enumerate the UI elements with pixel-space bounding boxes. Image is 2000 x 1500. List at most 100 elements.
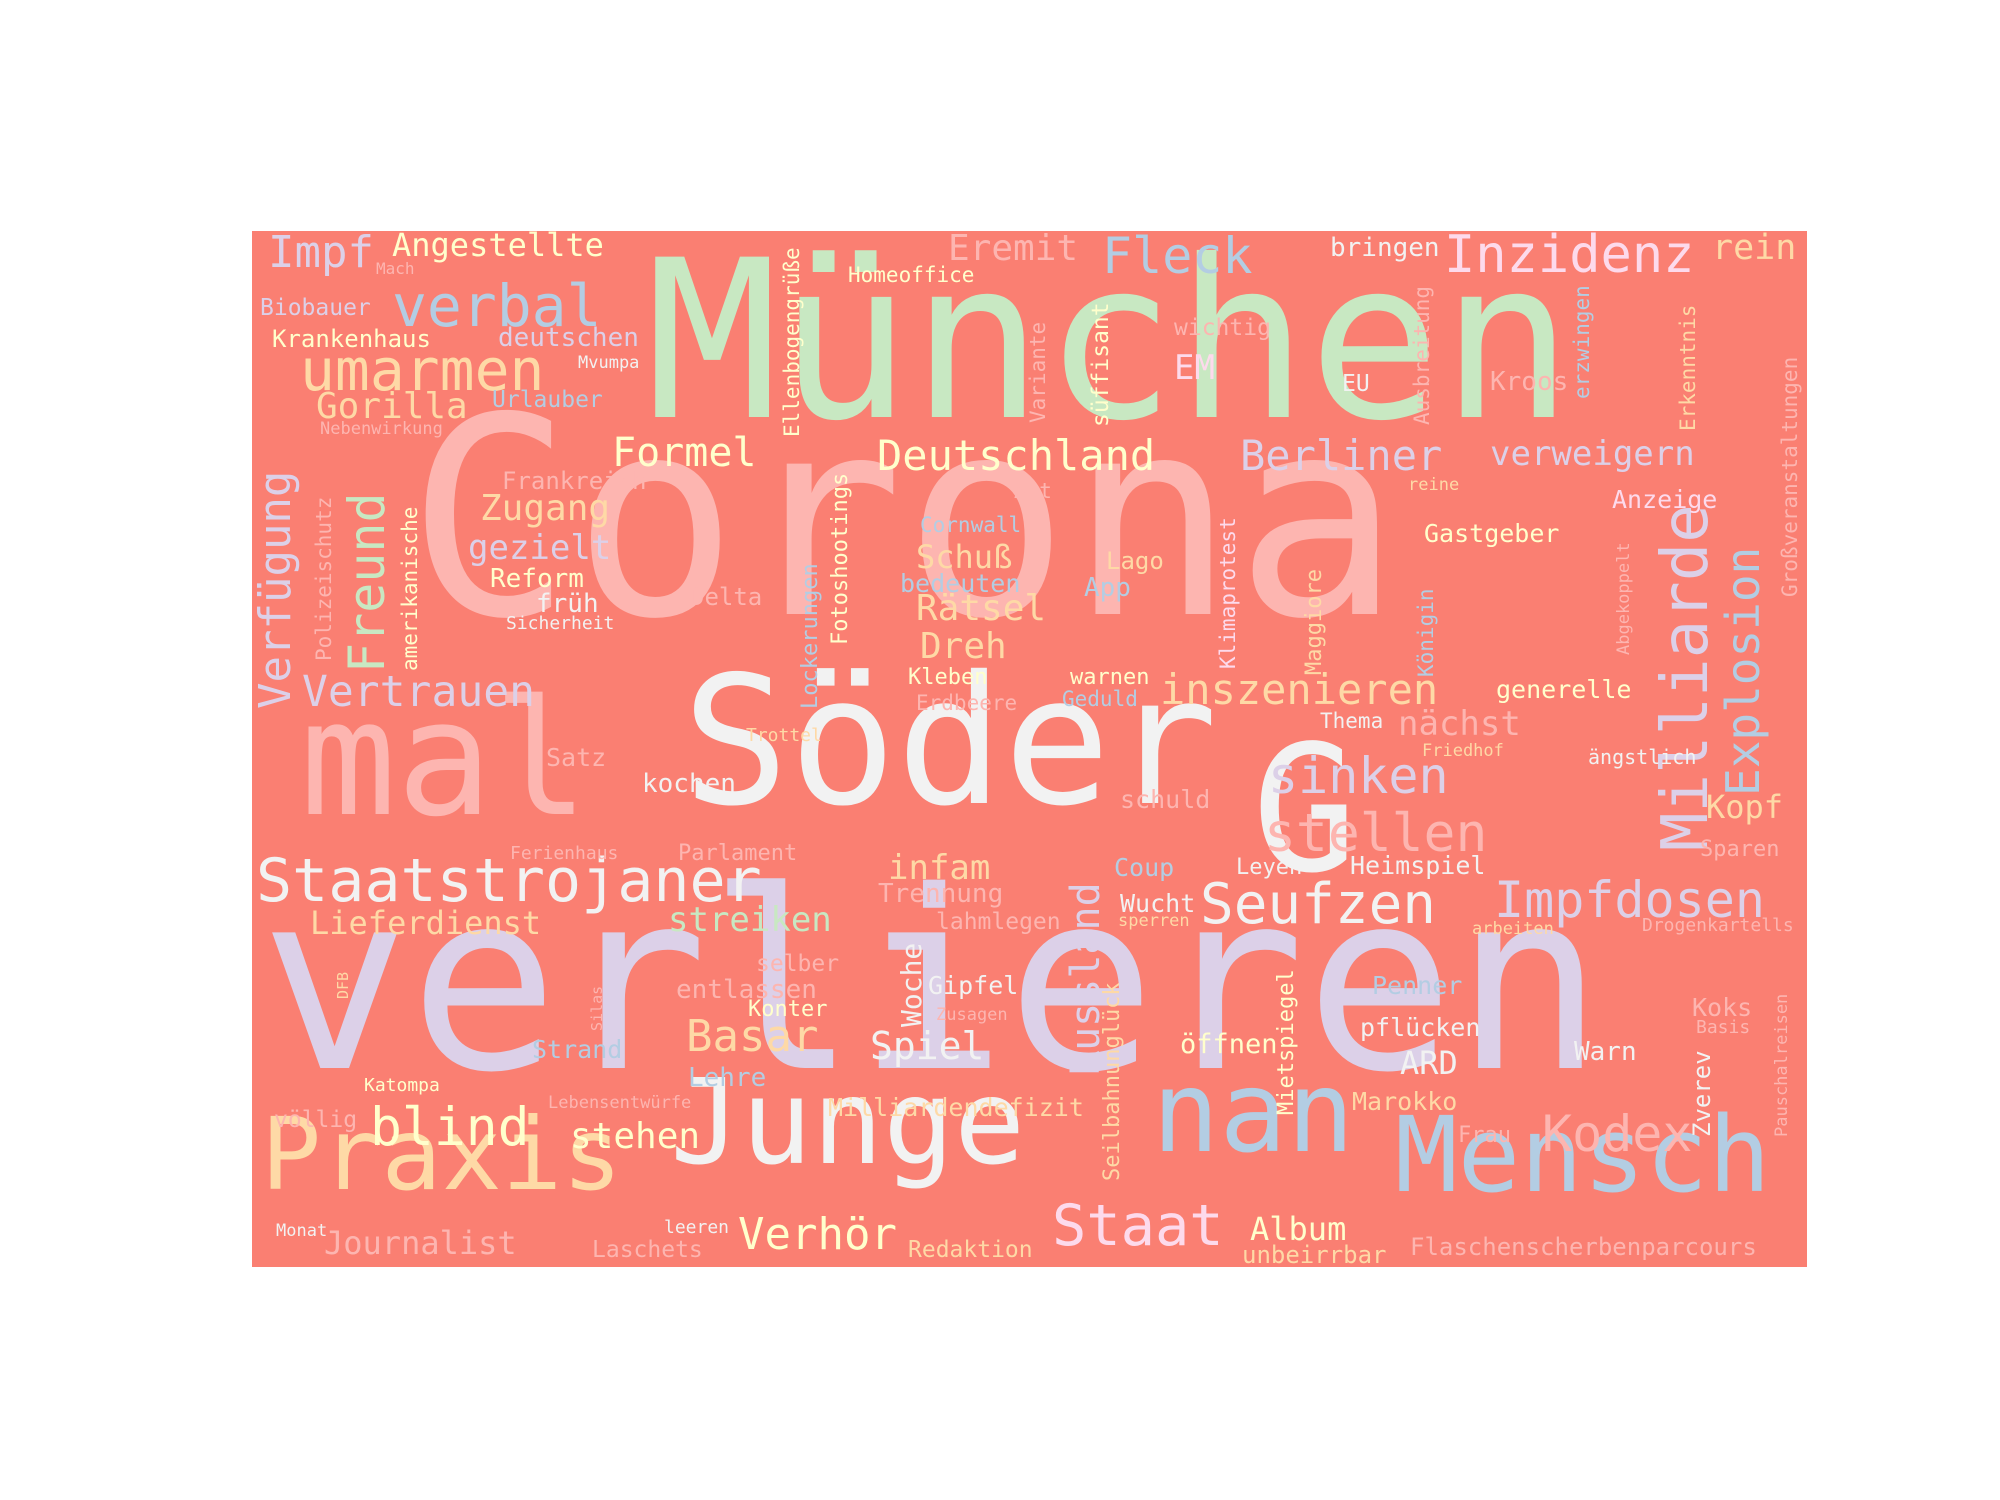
word-pauschalreisen: Pauschalreisen [1772,993,1792,1137]
word-zugang: Zugang [480,488,611,529]
word-journalist: Journalist [324,1224,517,1262]
word-warnen: warnen [1070,665,1150,690]
word-aengstlich: ängstlich [1588,745,1697,769]
word-abgekoppelt: Abgekoppelt [1614,542,1634,655]
word-klimaprotest: Klimaprotest [1216,517,1240,669]
word-koenigin: Königin [1414,588,1438,677]
word-explosion: Explosion [1716,546,1770,796]
word-lahmlegen: lahmlegen [936,909,1061,935]
word-erdbeere: Erdbeere [916,691,1018,715]
word-lieferdienst: Lieferdienst [310,904,542,942]
word-ausbreitung: Ausbreitung [1410,285,1434,425]
word-mach: Mach [376,259,415,278]
word-art: Art [1014,479,1052,503]
word-konter: Konter [748,997,828,1022]
word-flaschenscherbenparcours: Flaschenscherbenparcours [1410,1233,1757,1261]
word-naechst: nächst [1398,704,1521,744]
word-kroos: Kroos [1490,367,1569,397]
word-erkenntnis: Erkenntnis [1676,304,1700,431]
word-rein: rein [1712,231,1797,268]
word-monat: Monat [276,1221,328,1241]
word-generelle: generelle [1496,675,1632,704]
word-ard: ARD [1400,1044,1458,1082]
word-reine: reine [1408,475,1460,495]
word-ferienhaus: Ferienhaus [510,843,619,864]
word-grossveranstaltungen: Großveranstaltungen [1778,356,1802,597]
word-delta: Delta [690,583,763,611]
word-eremit: Eremit [948,231,1079,269]
word-erzwingen: erzwingen [1570,285,1594,399]
word-kochen: kochen [642,769,736,799]
word-seilbahnunglueck: Seilbahnunglück [1100,982,1125,1181]
word-mvumpa: Mvumpa [578,353,640,373]
word-katompa: Katompa [364,1075,440,1096]
word-satz: Satz [546,743,607,772]
word-berliner: Berliner [1240,431,1443,480]
word-basis: Basis [1696,1017,1751,1038]
word-homeoffice: Homeoffice [848,263,975,287]
word-leyen: Leyen [1236,855,1303,880]
word-penner: Penner [1372,971,1463,1000]
word-verweigern: verweigern [1490,434,1695,474]
word-amerikanische: amerikanische [398,506,422,671]
word-oeffnen: öffnen [1180,1029,1278,1060]
word-verfuegung: Verfügung [252,470,301,709]
word-frau: Frau [1458,1123,1511,1148]
word-vertrauen: Vertrauen [302,667,535,717]
word-maggiore: Maggiore [1302,569,1327,675]
word-staat: Staat [1052,1193,1224,1259]
word-verhoer: Verhör [738,1209,897,1260]
word-gipfel: Gipfel [928,971,1019,1000]
word-deutschen: deutschen [498,323,639,353]
word-trennung: Trennung [878,879,1004,909]
word-app: App [1084,573,1131,603]
word-urlauber: Urlauber [492,387,603,413]
word-kleben: Kleben [908,665,988,690]
word-schuld: schuld [1120,785,1211,814]
word-krankenhaus: Krankenhaus [272,325,431,353]
word-laschets: Laschets [592,1237,703,1263]
word-zverev: Zverev [1688,1050,1716,1137]
word-geduld: Geduld [1062,687,1138,711]
word-strand: Strand [532,1035,623,1064]
word-deutschland: Deutschland [877,431,1156,480]
word-gezielt: gezielt [468,528,612,568]
word-lebensentwuerfe: Lebensentwürfe [548,1093,692,1113]
word-arbeiten: arbeiten [1472,919,1554,939]
word-selber: selber [756,951,840,977]
word-freund: Freund [338,492,396,673]
word-kodex: Kodex [1542,1105,1693,1163]
word-lago: Lago [1106,547,1164,575]
word-leeren: leeren [664,1217,730,1238]
word-stehen: stehen [570,1116,701,1157]
word-gastgeber: Gastgeber [1424,519,1560,548]
word-seufzen: Seufzen [1200,872,1437,937]
word-bringen: bringen [1330,233,1440,263]
word-spiel: Spiel [870,1024,985,1068]
word-lehre: Lehre [688,1063,767,1093]
word-cloud: Corona verlieren München Söder mal G nan… [252,231,1807,1267]
word-inszenieren: inszenieren [1160,665,1439,714]
word-dfb: DFB [334,971,352,999]
word-impf: Impf [268,231,374,278]
word-inzidenz: Inzidenz [1444,231,1695,285]
word-mietspiegel: Mietspiegel [1274,969,1299,1115]
word-coup: Coup [1114,853,1175,882]
word-voellig: völlig [274,1107,358,1133]
word-dreh: Dreh [920,626,1007,667]
word-biobauer: Biobauer [260,295,371,321]
word-parlament: Parlament [678,841,798,866]
word-angestellte: Angestellte [392,231,604,264]
word-polizeischutz: Polizeischutz [312,496,336,661]
word-thema: Thema [1320,709,1384,733]
word-anzeige: Anzeige [1612,485,1718,514]
word-sicherheit: Sicherheit [506,613,615,634]
word-streiken: streiken [668,900,832,940]
word-cornwall: Cornwall [920,513,1022,537]
word-unbeirrbar: unbeirrbar [1242,1241,1387,1267]
word-silas: Silas [588,985,606,1031]
word-sperren: sperren [1118,911,1190,931]
word-warn: Warn [1574,1037,1637,1067]
word-ellenbogengruesse: Ellenbogengrüße [780,247,804,437]
word-fotoshootings: Fotoshootings [828,472,853,645]
